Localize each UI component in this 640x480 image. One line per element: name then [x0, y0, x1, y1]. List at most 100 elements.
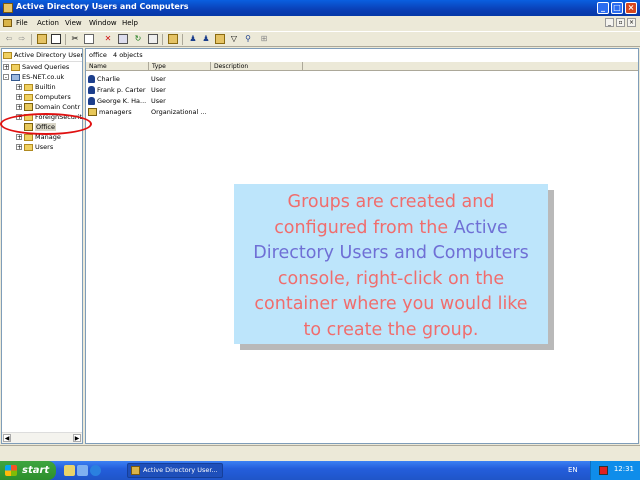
mdi-icon[interactable]	[3, 19, 12, 27]
export-list-icon[interactable]	[148, 34, 158, 44]
tree-item-saved-queries[interactable]: + Saved Queries	[3, 62, 69, 72]
column-header-description[interactable]: Description	[211, 62, 303, 71]
app-icon	[131, 466, 140, 475]
callout-line: to create the group.	[303, 319, 479, 340]
scroll-left-icon[interactable]: ◀	[3, 434, 11, 442]
show-tree-icon[interactable]	[51, 34, 61, 44]
folder-icon	[24, 93, 33, 101]
close-button[interactable]: ×	[625, 2, 637, 14]
user-icon	[88, 97, 95, 105]
minimize-button[interactable]: _	[597, 2, 609, 14]
delete-icon[interactable]: ✕	[103, 34, 113, 44]
up-folder-icon[interactable]	[37, 34, 47, 44]
item-name: George K. Ha...	[97, 97, 147, 105]
explorer-icon[interactable]	[77, 465, 88, 476]
column-header-name[interactable]: Name	[86, 62, 149, 71]
new-group-icon[interactable]: ♟	[201, 34, 211, 44]
refresh-icon[interactable]: ↻	[133, 34, 143, 44]
forward-icon[interactable]: ⇨	[17, 34, 27, 44]
new-ou-icon[interactable]	[215, 34, 225, 44]
maximize-button[interactable]: □	[611, 2, 623, 14]
collapse-icon[interactable]: -	[3, 74, 9, 81]
expand-icon[interactable]: +	[16, 84, 22, 91]
window-title: Active Directory Users and Computers	[16, 2, 189, 11]
mdi-close-button[interactable]: ×	[627, 18, 636, 27]
tree-item-builtin[interactable]: + Builtin	[16, 82, 56, 92]
menu-bar: File Action View Window Help _ ▫ ×	[0, 16, 640, 30]
toolbar-separator	[162, 34, 163, 45]
language-indicator[interactable]: EN	[568, 466, 578, 474]
user-icon	[88, 86, 95, 94]
tree-item-computers[interactable]: + Computers	[16, 92, 71, 102]
properties-icon[interactable]	[118, 34, 128, 44]
windows-logo-icon	[5, 465, 17, 476]
console-tree[interactable]: Active Directory Users + Saved Queries - E…	[1, 48, 83, 444]
menu-file[interactable]: File	[16, 19, 28, 27]
tree-item-users[interactable]: + Users	[16, 142, 53, 152]
toolbar-separator	[31, 34, 32, 45]
taskbar: start Active Directory User... EN 12:31	[0, 461, 640, 480]
tree-item-domain[interactable]: - ES-NET.co.uk	[3, 72, 64, 82]
expand-icon[interactable]: +	[16, 134, 22, 141]
system-tray: 12:31	[590, 461, 640, 480]
menu-action[interactable]: Action	[37, 19, 59, 27]
tree-horizontal-scrollbar[interactable]: ◀ ▶	[2, 432, 82, 443]
instruction-callout: Groups are created and configured from t…	[234, 184, 548, 344]
mdi-minimize-button[interactable]: _	[605, 18, 614, 27]
scroll-right-icon[interactable]: ▶	[73, 434, 81, 442]
tree-item-label: Builtin	[35, 83, 56, 91]
user-icon	[88, 75, 95, 83]
domain-icon	[11, 73, 20, 81]
list-item[interactable]: Charlie User	[88, 74, 166, 84]
object-count: 4 objects	[113, 51, 143, 59]
clock: 12:31	[613, 465, 634, 473]
column-header-filler	[303, 62, 638, 71]
list-item[interactable]: George K. Ha... User	[88, 96, 166, 106]
find-icon[interactable]: ⚲	[243, 34, 253, 44]
expand-icon[interactable]: +	[16, 104, 22, 111]
start-button[interactable]: start	[0, 461, 56, 480]
callout-highlight: Active	[453, 217, 508, 238]
item-name: Charlie	[97, 75, 120, 83]
expand-icon[interactable]: +	[3, 64, 9, 71]
mdi-restore-button[interactable]: ▫	[616, 18, 625, 27]
toolbar: ⇦ ⇨ ✂ ✕ ↻ ♟ ♟ ▽ ⚲ ⊞	[0, 31, 640, 47]
copy-icon[interactable]	[84, 34, 94, 44]
list-item[interactable]: Frank p. Carter User	[88, 85, 166, 95]
new-user-icon[interactable]: ♟	[188, 34, 198, 44]
item-type: User	[151, 97, 166, 105]
callout-text-part: configured from the	[274, 217, 454, 238]
callout-highlight: Directory Users and Computers	[253, 243, 529, 263]
internet-explorer-icon[interactable]	[90, 465, 101, 476]
tray-icon[interactable]	[599, 466, 608, 475]
item-type: User	[151, 86, 166, 94]
help-icon[interactable]	[168, 34, 178, 44]
tree-item-label: Saved Queries	[22, 63, 70, 71]
container-title: office	[89, 51, 107, 59]
menu-view[interactable]: View	[65, 19, 82, 27]
tree-item-label: Computers	[35, 93, 71, 101]
title-bar: Active Directory Users and Computers _ □…	[0, 0, 640, 16]
item-type: User	[151, 75, 166, 83]
expand-icon[interactable]: +	[16, 144, 22, 151]
show-desktop-icon[interactable]	[64, 465, 75, 476]
details-header: office 4 objects	[86, 49, 638, 61]
back-icon[interactable]: ⇦	[4, 34, 14, 44]
tree-item-domain-controllers[interactable]: + Domain Contr	[16, 102, 80, 112]
menu-window[interactable]: Window	[89, 19, 117, 27]
item-name: Frank p. Carter	[97, 86, 146, 94]
callout-line: console, right-click on the	[277, 268, 505, 289]
add-to-group-icon[interactable]: ⊞	[259, 34, 269, 44]
filter-icon[interactable]: ▽	[229, 34, 239, 44]
column-header-type[interactable]: Type	[149, 62, 211, 71]
list-item[interactable]: managers Organizational ...	[88, 107, 207, 117]
folder-icon	[24, 83, 33, 91]
cut-icon[interactable]: ✂	[70, 34, 80, 44]
toolbar-separator	[182, 34, 183, 45]
item-name: managers	[99, 108, 132, 116]
app-icon[interactable]	[3, 3, 13, 13]
ou-icon	[24, 103, 33, 111]
expand-icon[interactable]: +	[16, 94, 22, 101]
menu-help[interactable]: Help	[122, 19, 138, 27]
taskbar-item-active-directory[interactable]: Active Directory User...	[127, 463, 223, 478]
